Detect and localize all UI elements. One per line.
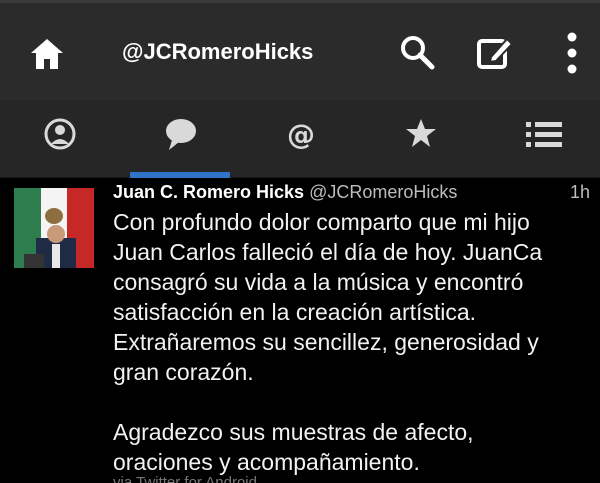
tweet-line: Con profundo dolor comparto que mi hijo xyxy=(113,209,530,235)
tweet-line: gran corazón. xyxy=(113,359,254,385)
account-handle[interactable]: @JCRomeroHicks xyxy=(122,39,313,65)
tweet-item[interactable]: Juan C. Romero Hicks @JCRomeroHicks 1h C… xyxy=(0,178,600,483)
tab-lists[interactable] xyxy=(480,100,600,178)
tweet-line: satisfacción en la creación artística. xyxy=(113,299,477,325)
svg-text:@: @ xyxy=(287,118,315,151)
tweet-line: Agradezco sus muestras de afecto, xyxy=(113,419,474,445)
tweet-line: consagró su vida a la música y encontró xyxy=(113,269,524,295)
tweet-timestamp: 1h xyxy=(569,182,590,202)
author-name[interactable]: Juan C. Romero Hicks xyxy=(113,182,304,202)
compose-icon[interactable] xyxy=(475,33,515,73)
tweet-author[interactable]: Juan C. Romero Hicks @JCRomeroHicks xyxy=(113,182,457,203)
tweet-source: via Twitter for Android xyxy=(113,474,257,483)
tab-favorites[interactable] xyxy=(360,100,480,178)
tab-mentions[interactable]: @ xyxy=(240,100,360,178)
tweet-line: Juan Carlos falleció el día de hoy. Juan… xyxy=(113,239,543,265)
more-vert-icon[interactable] xyxy=(560,31,584,75)
tab-bar: @ xyxy=(0,100,600,178)
list-icon xyxy=(526,122,562,147)
search-icon[interactable] xyxy=(398,33,436,71)
author-username[interactable]: @JCRomeroHicks xyxy=(309,182,457,202)
at-icon: @ xyxy=(287,118,315,151)
star-icon xyxy=(406,119,436,147)
tab-messages[interactable] xyxy=(120,100,240,178)
avatar[interactable] xyxy=(14,188,94,268)
home-icon[interactable] xyxy=(28,35,66,73)
tweet-line: Extrañaremos su sencillez, generosidad y xyxy=(113,329,539,355)
app-header: @JCRomeroHicks xyxy=(0,0,600,100)
speech-bubble-icon xyxy=(166,119,196,150)
person-icon xyxy=(44,118,76,150)
tweet-line: oraciones y acompañamiento. xyxy=(113,449,420,475)
tab-profile[interactable] xyxy=(0,100,120,178)
tweet-text: Con profundo dolor comparto que mi hijo … xyxy=(113,207,593,477)
